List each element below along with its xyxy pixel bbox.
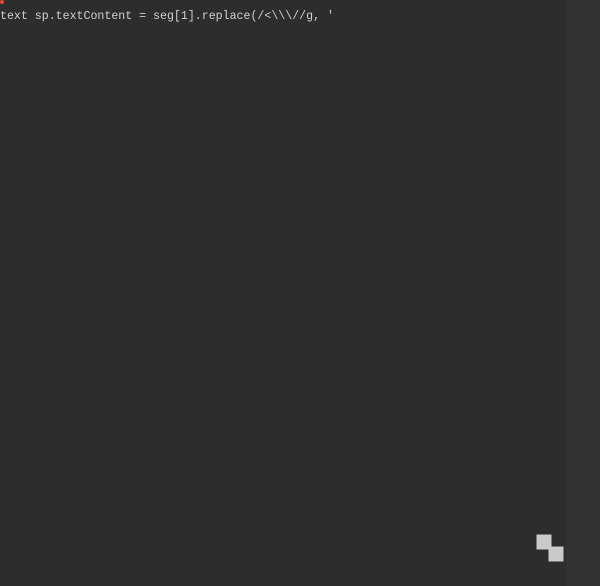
code-editor[interactable]	[0, 0, 600, 8]
minimap[interactable]	[566, 0, 600, 586]
watermark-icon	[532, 530, 568, 566]
